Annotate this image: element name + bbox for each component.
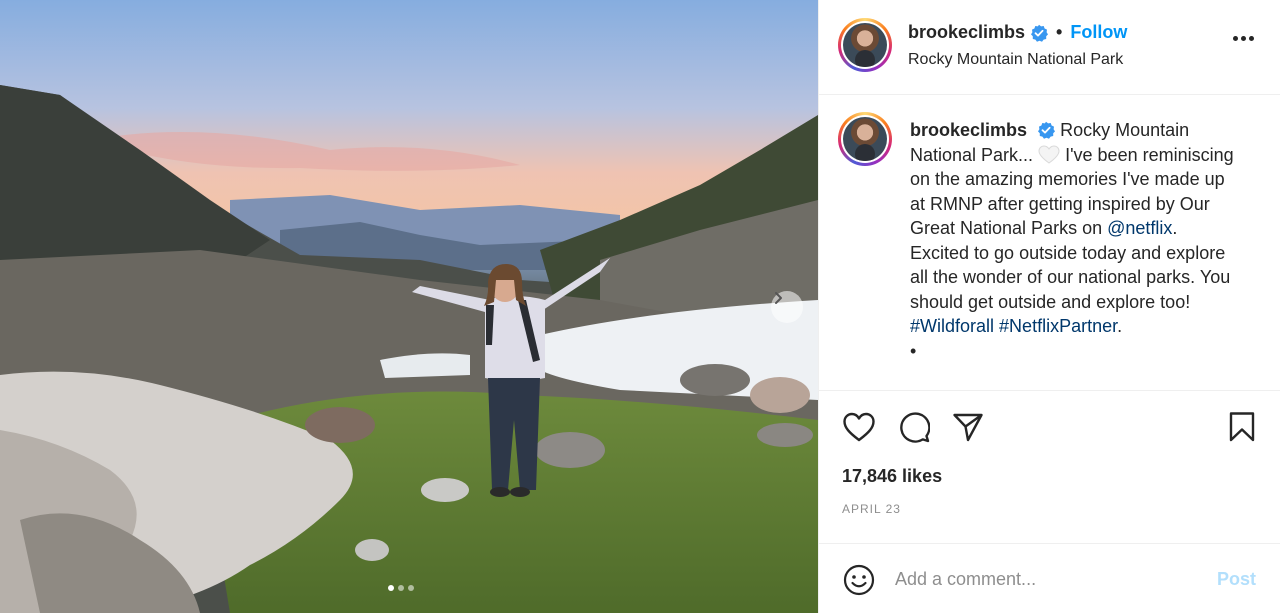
carousel-indicator xyxy=(388,585,414,591)
bookmark-icon[interactable] xyxy=(1228,411,1256,448)
comment-input[interactable] xyxy=(895,565,1185,593)
landscape-image xyxy=(0,0,818,613)
likes-count[interactable]: 17,846 likes xyxy=(842,466,942,487)
smiley-icon[interactable] xyxy=(843,564,875,601)
post-comment-button[interactable]: Post xyxy=(1217,569,1256,590)
caption-username-link[interactable]: brookeclimbs xyxy=(910,120,1027,140)
caption-text: brookeclimbs Rocky Mountain National Par… xyxy=(910,118,1240,363)
paper-plane-icon[interactable] xyxy=(952,411,984,448)
caption-area: brookeclimbs Rocky Mountain National Par… xyxy=(819,0,1280,391)
carousel-dot xyxy=(408,585,414,591)
hashtag-link[interactable]: #Wildforall xyxy=(910,316,994,336)
comment-icon[interactable] xyxy=(898,411,931,448)
heart-icon[interactable] xyxy=(842,411,876,448)
caption-trailing-dot: • xyxy=(910,340,917,361)
chevron-right-icon xyxy=(775,292,782,304)
hashtag-link[interactable]: #NetflixPartner xyxy=(999,316,1117,336)
post-date[interactable]: APRIL 23 xyxy=(842,502,901,516)
post-side-panel: brookeclimbs • Follow Rocky Mountain Nat… xyxy=(818,0,1280,613)
post-photo[interactable] xyxy=(0,0,818,613)
mention-link[interactable]: @netflix xyxy=(1107,218,1172,238)
action-bar xyxy=(819,407,1280,447)
comment-bar: Post xyxy=(819,543,1280,613)
caption-text-part: . xyxy=(1117,316,1123,336)
white-heart-emoji xyxy=(1038,144,1060,165)
carousel-dot-active xyxy=(388,585,394,591)
carousel-dot xyxy=(398,585,404,591)
verified-badge-icon xyxy=(1037,121,1056,139)
profile-picture xyxy=(843,117,887,161)
next-slide-button[interactable] xyxy=(771,291,803,323)
caption-avatar[interactable] xyxy=(838,112,892,166)
